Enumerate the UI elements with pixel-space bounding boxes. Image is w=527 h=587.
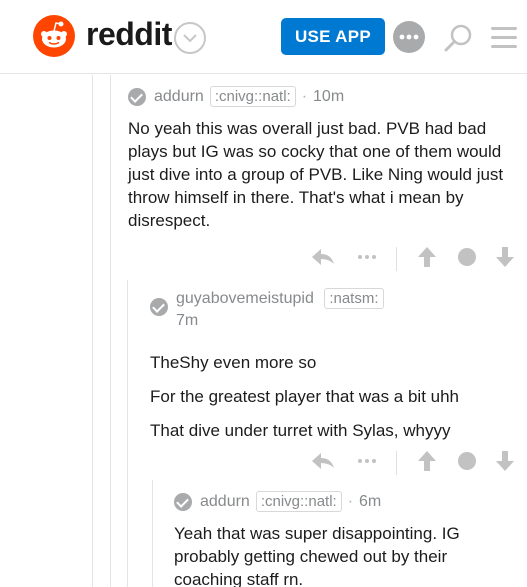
reddit-wordmark[interactable]: reddit (86, 16, 172, 53)
user-flair: :natsm: (324, 288, 384, 309)
upvote-arrow-icon[interactable] (416, 244, 438, 270)
vote-score-dot-icon (458, 452, 476, 470)
comment-time: 10m (313, 87, 345, 105)
separator-dot: · (347, 492, 354, 510)
comment-paragraph: TheShy even more so (150, 353, 317, 372)
comment-paragraph: That dive under turret with Sylas, whyyy (150, 421, 451, 440)
upvote-arrow-icon[interactable] (416, 448, 438, 474)
checkmark-icon (150, 298, 168, 316)
comment-time: 6m (359, 492, 382, 510)
comment-body: Yeah that was super disappointing. IG pr… (174, 524, 460, 587)
thread-line (152, 480, 153, 587)
reply-icon[interactable] (310, 244, 336, 270)
comment-time: 7m (176, 312, 199, 329)
top-header: reddit USE APP (0, 0, 527, 74)
thread-line (92, 75, 93, 587)
comment-paragraph: For the greatest player that was a bit u… (150, 387, 460, 406)
user-flair: :cnivg::natl: (209, 86, 296, 107)
action-divider (396, 451, 397, 475)
comment: guyabovemeistupid :natsm: 7m TheShy even… (150, 288, 520, 442)
chevron-down-icon[interactable] (174, 22, 206, 54)
thread-line (127, 280, 128, 587)
user-flair: :cnivg::natl: (255, 491, 342, 512)
downvote-arrow-icon[interactable] (494, 448, 516, 474)
comment-actions (300, 448, 520, 478)
comment-author[interactable]: addurn (200, 493, 250, 511)
vote-score-dot-icon (458, 248, 476, 266)
search-icon[interactable] (443, 22, 475, 59)
checkmark-icon (174, 492, 192, 511)
comment: addurn :cnivg::natl: · 6m Yeah that was … (174, 491, 519, 587)
reply-icon[interactable] (310, 448, 336, 474)
comment-actions (300, 244, 520, 274)
checkmark-icon (128, 87, 146, 106)
menu-hamburger-icon[interactable] (490, 26, 518, 55)
separator-dot: · (301, 87, 308, 105)
downvote-arrow-icon[interactable] (494, 244, 516, 270)
comment-author[interactable]: addurn (154, 88, 204, 106)
chat-bubble-icon[interactable] (392, 20, 426, 59)
more-options-icon[interactable] (352, 244, 382, 270)
comment-meta: addurn :cnivg::natl: · 6m (174, 491, 519, 512)
use-app-button[interactable]: USE APP (281, 18, 385, 55)
more-options-icon[interactable] (352, 448, 382, 474)
comment-meta: guyabovemeistupid :natsm: 7m (150, 288, 520, 332)
action-divider (396, 247, 397, 271)
comment: addurn :cnivg::natl: · 10m No yeah this … (128, 86, 518, 232)
thread-line (110, 75, 111, 587)
comment-author[interactable]: guyabovemeistupid (176, 290, 314, 307)
comment-body: No yeah this was overall just bad. PVB h… (128, 119, 504, 230)
comment-meta: addurn :cnivg::natl: · 10m (128, 86, 518, 107)
reddit-snoo-logo-icon[interactable] (33, 15, 75, 57)
